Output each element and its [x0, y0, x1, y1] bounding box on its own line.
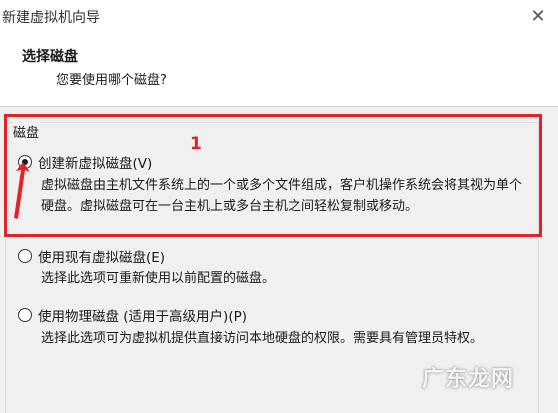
- watermark: 广东龙网: [422, 367, 515, 392]
- annotation-arrow-icon: [14, 162, 30, 219]
